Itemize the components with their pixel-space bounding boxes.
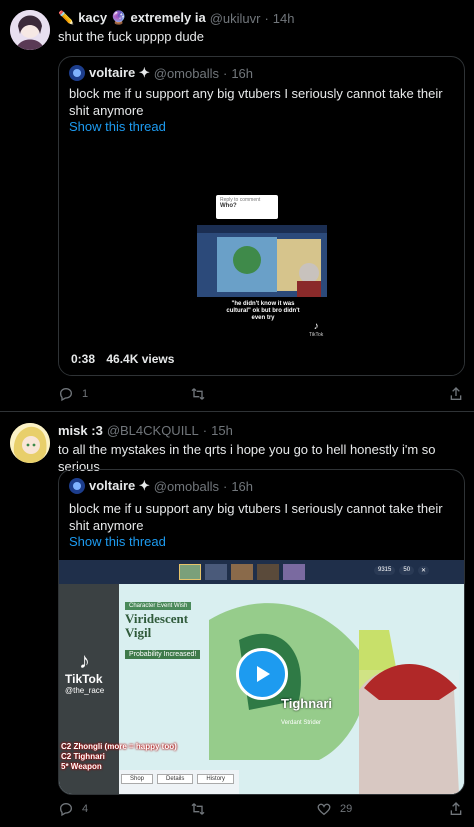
details-button[interactable]: Details — [157, 774, 194, 784]
tiktok-icon: ♪ — [79, 648, 90, 673]
overlay-line: C2 Zhongli (more = happy too) — [61, 742, 177, 751]
reply-button[interactable]: 4 — [58, 801, 88, 817]
quoted-tweet[interactable]: voltaire ✦ @omoballs · 16h block me if u… — [58, 469, 465, 795]
video-player[interactable]: 9315 50 ✕ Character Event Wish Viridesce… — [59, 560, 464, 794]
separator-dot: · — [222, 478, 228, 494]
separator-dot: · — [222, 65, 228, 81]
separator-dot: · — [202, 423, 208, 438]
quote-handle: @omoballs — [153, 478, 219, 494]
history-button[interactable]: History — [197, 774, 235, 784]
tweet-header: ✏️ kacy 🔮 extremely ia @ukiluvr · 14h — [58, 10, 295, 26]
show-thread-link[interactable]: Show this thread — [69, 534, 166, 549]
tweet[interactable]: ✏️ kacy 🔮 extremely ia @ukiluvr · 14h sh… — [0, 0, 474, 412]
overlay-line: 5* Weapon — [61, 762, 102, 771]
quote-text: block me if u support any big vtubers I … — [69, 501, 443, 533]
portrait[interactable] — [257, 564, 279, 580]
tiktok-label: TikTok — [65, 672, 103, 686]
tweet[interactable]: misk :3 @BL4CKQUILL · 15h to all the mys… — [0, 413, 474, 827]
quote-avatar — [69, 478, 85, 494]
fate-count: 50 — [399, 566, 415, 575]
game-buttons: Shop Details History — [121, 774, 235, 784]
tweet-text: shut the fuck upppp dude — [58, 29, 205, 44]
close-icon[interactable]: ✕ — [418, 566, 430, 575]
quote-handle: @omoballs — [153, 65, 219, 81]
video-views: 46.4K views — [106, 352, 175, 366]
timestamp[interactable]: 14h — [273, 11, 295, 26]
banner-title: Viridescent Vigil — [125, 611, 189, 640]
reply-count: 4 — [82, 803, 89, 815]
character-name: Tighnari — [281, 696, 333, 711]
video-duration: 0:38 — [71, 352, 96, 366]
tweet-header: misk :3 @BL4CKQUILL · 15h — [58, 423, 233, 438]
banner-probability: Probability Increased! — [125, 650, 201, 659]
retweet-button[interactable] — [190, 386, 214, 402]
quote-display-name: voltaire ✦ — [89, 478, 150, 493]
reply-count: 1 — [82, 388, 89, 400]
avatar[interactable] — [10, 423, 50, 463]
share-icon — [450, 802, 462, 815]
show-thread-link[interactable]: Show this thread — [69, 119, 166, 134]
overlay-text-list: C2 Zhongli (more = happy too) C2 Tighnar… — [61, 742, 177, 772]
quote-header: voltaire ✦ @omoballs · 16h — [69, 478, 253, 494]
overlay-line: C2 Tighnari — [61, 752, 105, 761]
video-stats: 0:38 46.4K views — [71, 352, 174, 366]
tiktok-label: TikTok — [309, 332, 324, 338]
video-thumbnail — [197, 225, 327, 297]
tiktok-handle: @the_race — [65, 686, 105, 695]
tiktok-watermark: ♪ TikTok — [309, 321, 323, 338]
display-name[interactable]: misk :3 — [58, 423, 103, 438]
comment-title: Who? — [220, 203, 237, 209]
quote-avatar — [69, 65, 85, 81]
currency-bar: 9315 50 ✕ — [374, 566, 430, 575]
primogem-count: 9315 — [374, 566, 396, 575]
heart-icon — [317, 803, 331, 816]
comment-bubble: Reply to comment Who? — [216, 195, 278, 219]
portrait[interactable] — [179, 564, 201, 580]
retweet-icon — [191, 803, 205, 815]
quote-timestamp: 16h — [231, 478, 254, 494]
reply-icon — [59, 802, 73, 817]
banner-tag: Character Event Wish — [125, 602, 192, 610]
tweet-actions: 4 29 — [58, 801, 465, 821]
share-icon — [450, 387, 462, 400]
pencil-icon: ✏️ — [58, 10, 75, 25]
avatar[interactable] — [10, 10, 50, 50]
reply-button[interactable]: 1 — [58, 386, 88, 402]
handle[interactable]: @BL4CKQUILL — [107, 423, 199, 438]
like-button[interactable]: 29 — [316, 801, 352, 817]
quote-timestamp: 16h — [231, 65, 254, 81]
banner-portraits — [179, 564, 305, 580]
retweet-button[interactable] — [190, 801, 214, 817]
tiktok-icon: ♪ — [313, 321, 319, 332]
video-player[interactable]: Reply to comment Who? "he didn't know it… — [59, 141, 464, 375]
quote-header: voltaire ✦ @omoballs · 16h — [69, 65, 253, 81]
portrait[interactable] — [231, 564, 253, 580]
quote-display-name: voltaire ✦ — [89, 65, 150, 80]
portrait[interactable] — [283, 564, 305, 580]
quoted-tweet[interactable]: voltaire ✦ @omoballs · 16h block me if u… — [58, 56, 465, 376]
avatar-image — [10, 423, 50, 463]
avatar-image — [10, 10, 50, 50]
character-title: Verdant Strider — [281, 720, 322, 726]
tweet-actions: 1 — [58, 386, 465, 406]
share-button[interactable] — [448, 801, 464, 817]
handle[interactable]: @ukiluvr — [210, 11, 261, 26]
tiktok-watermark: ♪ TikTok @the_race — [65, 648, 105, 696]
retweet-icon — [191, 388, 205, 400]
display-name[interactable]: kacy 🔮 extremely ia — [78, 10, 206, 26]
play-icon — [257, 666, 270, 682]
play-button[interactable] — [236, 648, 288, 700]
quote-text: block me if u support any big vtubers I … — [69, 86, 443, 118]
shop-button[interactable]: Shop — [121, 774, 154, 784]
reply-icon — [59, 387, 73, 402]
separator-dot: · — [264, 10, 269, 26]
like-count: 29 — [340, 803, 353, 815]
video-caption: "he didn't know it was cultural" ok but … — [226, 301, 300, 321]
share-button[interactable] — [448, 386, 464, 402]
portrait[interactable] — [205, 564, 227, 580]
timestamp[interactable]: 15h — [211, 423, 233, 438]
